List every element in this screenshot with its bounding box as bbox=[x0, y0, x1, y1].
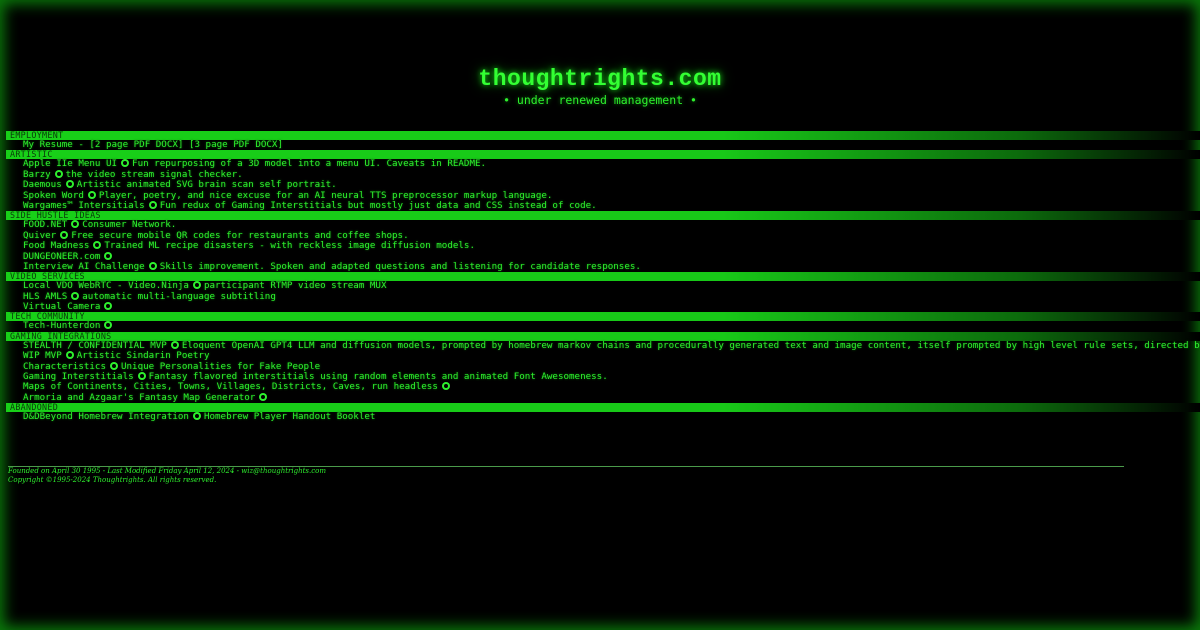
github-icon[interactable] bbox=[60, 230, 69, 239]
project-description: Consumer Network. bbox=[82, 219, 177, 231]
github-icon[interactable] bbox=[104, 251, 113, 260]
project-link[interactable]: Armoria and Azgaar's Fantasy Map Generat… bbox=[23, 392, 255, 403]
footer-copyright: Copyright ©1995-2024 Thoughtrights. All … bbox=[8, 476, 217, 484]
github-icon[interactable] bbox=[104, 321, 113, 330]
project-link[interactable]: Maps of Continents, Cities, Towns, Villa… bbox=[23, 381, 438, 392]
list-item: Wargames™ Intersitials Fun redux of Gamin… bbox=[6, 199, 1200, 211]
project-link[interactable]: Local VDO WebRTC - Video.Ninja bbox=[23, 280, 189, 291]
list-item: D&DBeyond Homebrew Integration Homebrew P… bbox=[6, 412, 1200, 422]
project-link[interactable]: FOOD.NET bbox=[23, 219, 67, 230]
project-link[interactable]: My Resume - [2 page PDF DOCX] [3 page PD… bbox=[23, 139, 283, 150]
project-link[interactable]: Tech-Hunterdon bbox=[23, 320, 100, 331]
project-link[interactable]: Wargames™ Intersitials bbox=[23, 200, 145, 211]
site-title[interactable]: thoughtrights.com bbox=[0, 66, 1200, 92]
github-icon[interactable] bbox=[259, 392, 268, 401]
list-item: Tech-Hunterdon bbox=[6, 321, 1200, 331]
project-list: EMPLOYMENT My Resume - [2 page PDF DOCX] … bbox=[6, 131, 1200, 423]
project-description: Artistic animated SVG brain scan self po… bbox=[76, 179, 337, 191]
github-icon[interactable] bbox=[148, 261, 157, 270]
list-item: My Resume - [2 page PDF DOCX] [3 page PD… bbox=[6, 139, 1200, 150]
list-item: Interview AI Challenge Skills improvement… bbox=[6, 260, 1200, 272]
project-description: Skills improvement. Spoken and adapted q… bbox=[159, 260, 641, 272]
project-description: Player, poetry, and nice excuse for an A… bbox=[98, 189, 553, 201]
github-icon[interactable] bbox=[148, 200, 157, 209]
github-icon[interactable] bbox=[109, 361, 118, 370]
footer: Founded on April 30 1995 - Last Modified… bbox=[8, 466, 1124, 485]
github-icon[interactable] bbox=[87, 190, 96, 199]
list-item: HLS AMLS automatic multi-language subtitl… bbox=[6, 290, 1200, 302]
site-header: thoughtrights.com • under renewed manage… bbox=[0, 0, 1200, 130]
project-description: Eloquent OpenAI GPT4 LLM and diffusion m… bbox=[181, 339, 1200, 351]
github-icon[interactable] bbox=[54, 169, 63, 178]
github-icon[interactable] bbox=[104, 302, 113, 311]
github-icon[interactable] bbox=[441, 382, 450, 391]
site-subtitle: • under renewed management • bbox=[503, 93, 697, 107]
project-description: automatic multi-language subtitling bbox=[82, 290, 276, 302]
github-icon[interactable] bbox=[93, 241, 102, 250]
project-link[interactable]: Characteristics bbox=[23, 361, 106, 372]
project-description: participant RTMP video stream MUX bbox=[203, 280, 387, 292]
github-icon[interactable] bbox=[192, 281, 201, 290]
footer-founded-line: Founded on April 30 1995 - Last Modified… bbox=[8, 467, 326, 475]
section-header-side-hustle-ideas: SIDE HUSTLE IDEAS bbox=[6, 211, 1200, 221]
project-description: Trained ML recipe disasters - with reckl… bbox=[104, 240, 475, 252]
section-header-tech-community: TECH COMMUNITY bbox=[6, 312, 1200, 322]
github-icon[interactable] bbox=[170, 340, 179, 349]
project-description: Homebrew Player Handout Booklet bbox=[203, 411, 376, 423]
project-description: Fun redux of Gaming Interstitials but mo… bbox=[159, 199, 597, 211]
project-link[interactable]: DUNGEONEER.com bbox=[23, 251, 100, 262]
github-icon[interactable] bbox=[71, 220, 80, 229]
project-link[interactable]: Food Madness bbox=[23, 240, 89, 251]
project-description: Fun repurposing of a 3D model into a men… bbox=[132, 158, 487, 170]
project-link[interactable]: WIP MVP bbox=[23, 350, 62, 361]
project-link[interactable]: Interview AI Challenge bbox=[23, 261, 145, 272]
project-link[interactable]: D&DBeyond Homebrew Integration bbox=[23, 411, 189, 422]
github-icon[interactable] bbox=[65, 180, 74, 189]
list-item: Virtual Camera bbox=[6, 301, 1200, 312]
github-icon[interactable] bbox=[65, 351, 74, 360]
project-description: Artistic Sindarin Poetry bbox=[76, 350, 210, 362]
project-link[interactable]: Daemous bbox=[23, 179, 62, 190]
project-link[interactable]: Apple IIe Menu UI bbox=[23, 158, 117, 169]
list-item: Armoria and Azgaar's Fantasy Map Generat… bbox=[6, 392, 1200, 403]
project-link[interactable]: Virtual Camera bbox=[23, 301, 100, 312]
github-icon[interactable] bbox=[192, 412, 201, 421]
github-icon[interactable] bbox=[121, 159, 130, 168]
github-icon[interactable] bbox=[137, 372, 146, 381]
page-frame: thoughtrights.com • under renewed manage… bbox=[0, 0, 1200, 630]
project-link[interactable]: Spoken Word bbox=[23, 190, 84, 201]
list-item: Food Madness Trained ML recipe disasters … bbox=[6, 240, 1200, 252]
github-icon[interactable] bbox=[71, 291, 80, 300]
project-description: Unique Personalities for Fake People bbox=[120, 360, 321, 372]
